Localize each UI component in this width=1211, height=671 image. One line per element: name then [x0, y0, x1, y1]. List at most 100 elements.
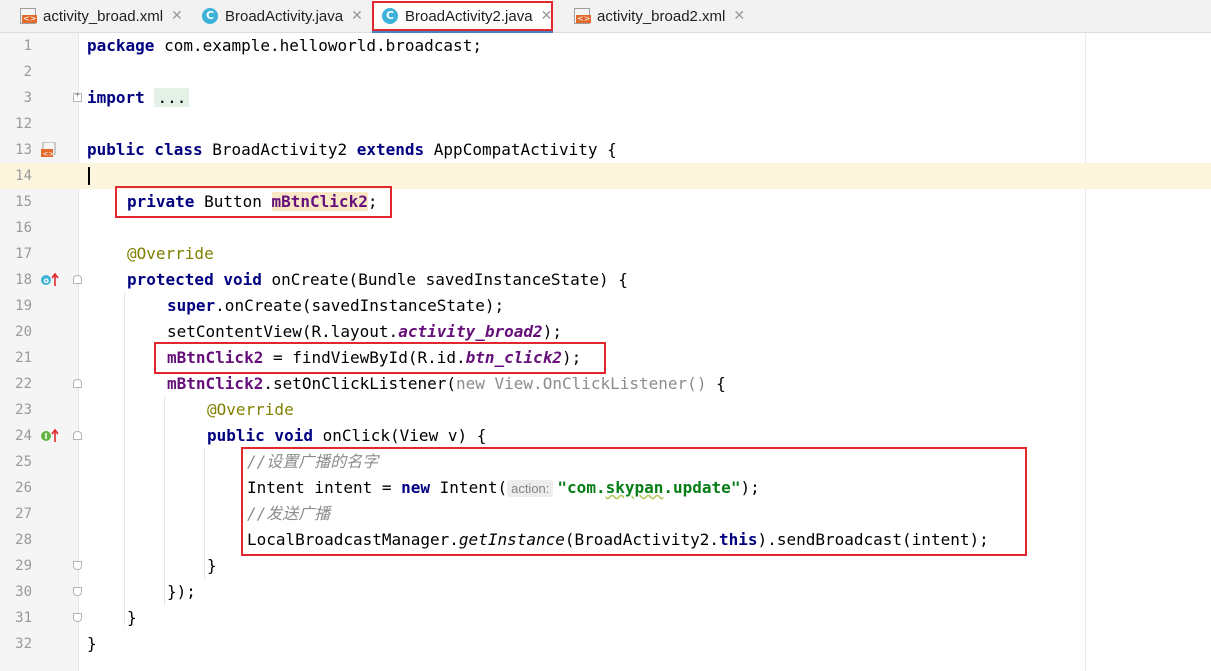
code-line: 21 mBtnClick2 = findViewById(R.id.btn_cl… — [0, 345, 1211, 371]
tab-activity-broad2-xml[interactable]: activity_broad2.xml ✕ — [562, 0, 757, 32]
class-name: BroadActivity2 — [202, 140, 357, 159]
override-up-icon[interactable]: o — [40, 272, 60, 288]
keyword: import — [87, 88, 145, 107]
code-line: 25 //设置广播的名字 — [0, 449, 1211, 475]
code-text: } — [207, 556, 217, 575]
keyword: this — [719, 530, 758, 549]
xml-file-icon — [20, 8, 38, 24]
close-icon[interactable]: ✕ — [733, 8, 745, 24]
close-icon[interactable]: ✕ — [541, 8, 553, 24]
editor-tab-bar: activity_broad.xml ✕ C BroadActivity.jav… — [0, 0, 1211, 33]
line-number: 14 — [15, 168, 32, 184]
tab-label: activity_broad.xml — [43, 7, 164, 25]
code-line: 12 — [0, 111, 1211, 137]
close-icon[interactable]: ✕ — [171, 8, 183, 24]
fold-end-icon[interactable] — [73, 613, 82, 622]
code-text: Intent( — [430, 478, 508, 497]
folded-imports[interactable]: ... — [154, 88, 190, 107]
parameter-hint: action: — [507, 480, 554, 497]
layout-link-icon[interactable]: <> — [40, 141, 60, 158]
keyword: new — [455, 374, 485, 393]
close-icon[interactable]: ✕ — [351, 8, 363, 24]
line-number: 32 — [15, 636, 32, 652]
line-number: 16 — [15, 220, 32, 236]
code-text: { — [706, 374, 726, 393]
line-number: 21 — [15, 350, 32, 366]
keyword: package — [87, 36, 155, 55]
string-literal: " — [557, 478, 568, 497]
code-text: = findViewById(R.id. — [263, 348, 466, 367]
code-text: ; — [367, 192, 378, 211]
tab-broadactivity-java[interactable]: C BroadActivity.java ✕ — [190, 0, 365, 32]
current-code-line: 14 — [0, 163, 1211, 189]
keyword: protected void — [127, 270, 262, 289]
code-line: 30 }); — [0, 579, 1211, 605]
code-line: 15 private Button mBtnClick2; — [0, 189, 1211, 215]
tab-broadactivity2-java[interactable]: C BroadActivity2.java ✕ — [372, 0, 553, 33]
comment: //发送广播 — [247, 504, 331, 523]
type-name: Button — [194, 192, 272, 211]
line-number: 25 — [15, 454, 32, 470]
line-number: 24 — [15, 428, 32, 444]
java-class-icon: C — [202, 8, 218, 24]
code-line: 20 setContentView(R.layout.activity_broa… — [0, 319, 1211, 345]
code-text: .onCreate(savedInstanceState); — [215, 296, 505, 315]
keyword: super — [167, 296, 216, 315]
code-line: 1 package com.example.helloworld.broadca… — [0, 33, 1211, 59]
code-line: 16 — [0, 215, 1211, 241]
code-line: 26 Intent intent = new Intent(action: "co… — [0, 475, 1211, 501]
line-number: 17 — [15, 246, 32, 262]
code-text: ); — [542, 322, 562, 341]
line-number: 20 — [15, 324, 32, 340]
code-text: ); — [561, 348, 582, 367]
fold-end-icon[interactable] — [73, 561, 82, 570]
tab-label: BroadActivity2.java — [405, 7, 533, 25]
code-line: 27 //发送广播 — [0, 501, 1211, 527]
fold-end-icon[interactable] — [73, 587, 82, 596]
code-text: .setOnClickListener( — [263, 374, 456, 393]
line-number: 18 — [15, 272, 32, 288]
line-number: 27 — [15, 506, 32, 522]
svg-text:o: o — [44, 276, 50, 285]
code-line: 31 } — [0, 605, 1211, 631]
fold-expand-icon[interactable]: + — [73, 90, 82, 102]
code-line: 22 mBtnClick2.setOnClickListener(new Vie… — [0, 371, 1211, 397]
code-line: 19 super.onCreate(savedInstanceState); — [0, 293, 1211, 319]
code-text: }); — [167, 582, 196, 601]
line-number: 13 — [15, 142, 32, 158]
line-number: 26 — [15, 480, 32, 496]
line-number: 30 — [15, 584, 32, 600]
line-number: 12 — [15, 116, 32, 132]
line-number: 3 — [23, 90, 32, 106]
tab-label: activity_broad2.xml — [597, 7, 726, 25]
code-text: ).sendBroadcast(intent); — [757, 530, 989, 549]
implement-up-icon[interactable]: I — [40, 428, 60, 444]
fold-collapse-icon[interactable] — [73, 379, 82, 388]
code-line: 24 I public void onClick(View v) { — [0, 423, 1211, 449]
code-line: 13 <> public class BroadActivity2 extend… — [0, 137, 1211, 163]
line-number: 28 — [15, 532, 32, 548]
code-text: ); — [740, 478, 760, 497]
string-literal-typo: skypan — [605, 478, 664, 497]
tab-activity-broad-xml[interactable]: activity_broad.xml ✕ — [8, 0, 188, 32]
code-line: 18 o protected void onCreate(Bundle save… — [0, 267, 1211, 293]
xml-file-icon — [574, 8, 592, 24]
line-number: 29 — [15, 558, 32, 574]
field-name: mBtnClick2 — [167, 348, 264, 367]
code-editor[interactable]: 1 package com.example.helloworld.broadca… — [0, 33, 1211, 671]
code-text: onClick(View v) { — [312, 426, 487, 445]
keyword: new — [401, 478, 431, 497]
code-line: 23 @Override — [0, 397, 1211, 423]
tab-label: BroadActivity.java — [225, 7, 344, 25]
code-line: 2 — [0, 59, 1211, 85]
code-text: AppCompatActivity { — [424, 140, 617, 159]
fold-collapse-icon[interactable] — [73, 275, 82, 284]
code-line: 29 } — [0, 553, 1211, 579]
code-text: } — [127, 608, 137, 627]
string-literal: .update — [663, 478, 731, 497]
code-line: 32 } — [0, 631, 1211, 657]
comment: //设置广播的名字 — [247, 452, 379, 471]
resource-field: btn_click2 — [465, 348, 562, 367]
fold-collapse-icon[interactable] — [73, 431, 82, 440]
line-number: 2 — [23, 64, 32, 80]
